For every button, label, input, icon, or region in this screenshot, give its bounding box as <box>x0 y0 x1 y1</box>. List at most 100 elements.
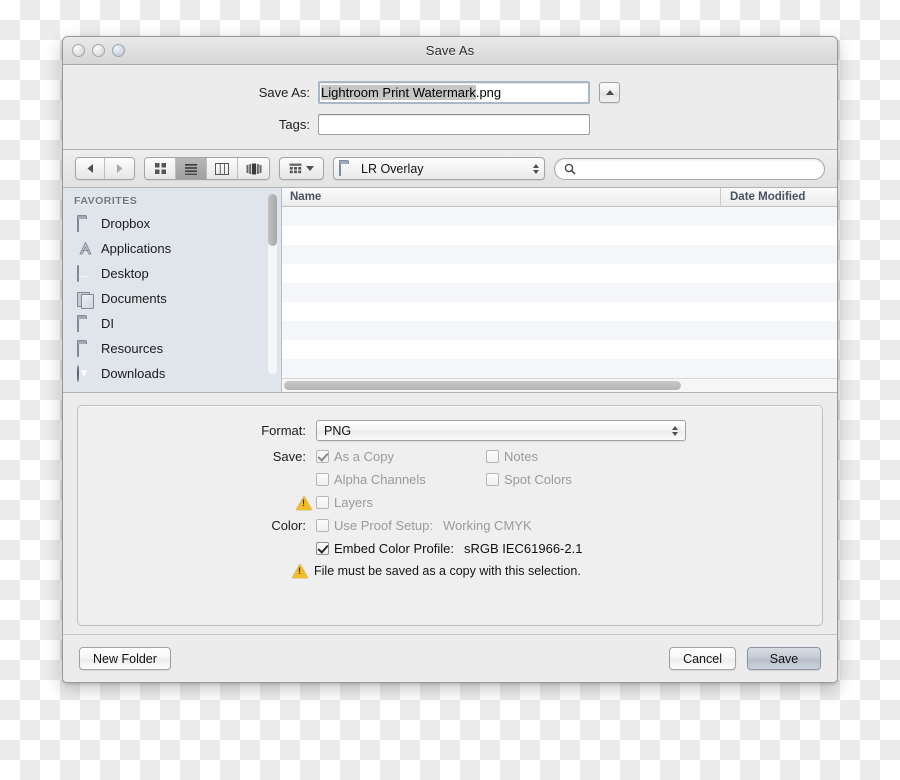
checkbox-layers[interactable]: Layers <box>316 495 373 510</box>
coverflow-icon <box>246 163 261 174</box>
warning-triangle-icon <box>296 495 312 510</box>
forward-button[interactable] <box>105 158 134 179</box>
search-icon <box>564 163 576 175</box>
icon-view-button[interactable] <box>145 158 176 179</box>
desktop-icon <box>77 265 94 282</box>
checkbox-label: Alpha Channels <box>334 472 426 487</box>
folder-icon <box>77 340 94 357</box>
path-popup-button[interactable]: LR Overlay <box>333 157 545 180</box>
column-header-date-modified[interactable]: Date Modified <box>721 188 837 206</box>
sidebar-item-label: Resources <box>101 341 164 356</box>
documents-icon <box>77 291 94 309</box>
browser-toolbar: LR Overlay <box>63 150 837 188</box>
checkbox-icon <box>486 450 499 463</box>
save-as-row: Save As: Lightroom Print Watermark .png <box>63 81 837 104</box>
sidebar-item-applications[interactable]: Applications <box>63 236 281 261</box>
sidebar-item-resources[interactable]: Resources <box>63 336 281 361</box>
filename-selected-text: Lightroom Print Watermark <box>321 85 476 100</box>
sidebar-scrollbar[interactable] <box>268 194 277 374</box>
file-list-horizontal-scrollbar[interactable] <box>282 378 837 392</box>
format-row: Format: PNG <box>78 420 822 441</box>
sidebar-item-label: Desktop <box>101 266 149 281</box>
checkbox-label: Use Proof Setup: <box>334 518 433 533</box>
export-options-area: Format: PNG Save: As a Copy Notes Alpha … <box>63 393 837 634</box>
back-button[interactable] <box>76 158 105 179</box>
checkbox-label: Embed Color Profile: <box>334 541 454 556</box>
export-options-panel: Format: PNG Save: As a Copy Notes Alpha … <box>77 405 823 626</box>
sidebar-scrollbar-thumb[interactable] <box>268 194 277 246</box>
sidebar-item-di[interactable]: DI <box>63 311 281 336</box>
save-options-row-1: Save: As a Copy Notes <box>78 449 822 464</box>
save-as-dialog: Save As Save As: Lightroom Print Waterma… <box>62 36 838 683</box>
table-row <box>282 226 837 245</box>
column-view-button[interactable] <box>207 158 238 179</box>
new-folder-button[interactable]: New Folder <box>79 647 171 670</box>
checkbox-use-proof-setup[interactable]: Use Proof Setup: Working CMYK <box>316 518 532 533</box>
chevron-right-icon <box>117 164 123 173</box>
sidebar-item-label: Downloads <box>101 366 166 381</box>
triangle-up-icon <box>605 90 614 95</box>
table-row <box>282 245 837 264</box>
table-row <box>282 264 837 283</box>
checkbox-notes[interactable]: Notes <box>486 449 538 464</box>
chevron-updown-icon <box>533 163 539 174</box>
coverflow-view-button[interactable] <box>238 158 269 179</box>
folder-icon <box>77 315 94 332</box>
window-title: Save As <box>425 43 475 58</box>
applications-icon <box>77 241 94 256</box>
search-input[interactable] <box>554 157 825 180</box>
sidebar: FAVORITES Dropbox Applications Desktop <box>63 188 282 392</box>
table-row <box>282 321 837 340</box>
filename-input[interactable]: Lightroom Print Watermark .png <box>318 81 590 104</box>
file-list: Name Date Modified <box>282 188 837 392</box>
sidebar-item-desktop[interactable]: Desktop <box>63 261 281 286</box>
tags-row: Tags: <box>63 114 837 135</box>
table-row <box>282 340 837 359</box>
chevron-updown-icon <box>672 425 678 436</box>
warning-message: File must be saved as a copy with this s… <box>314 564 581 578</box>
dialog-button-bar: New Folder Cancel Save <box>63 634 837 682</box>
path-popup-label: LR Overlay <box>361 161 424 176</box>
column-header-name[interactable]: Name <box>282 188 721 206</box>
checkbox-icon <box>316 450 329 463</box>
save-button[interactable]: Save <box>747 647 821 670</box>
columns-icon <box>215 162 229 175</box>
file-browser: FAVORITES Dropbox Applications Desktop <box>63 188 837 393</box>
save-options-row-3: Layers <box>78 495 822 510</box>
format-label: Format: <box>261 423 306 438</box>
save-label: Save: <box>272 449 306 464</box>
chevron-down-icon <box>306 166 314 171</box>
save-as-label: Save As: <box>258 85 310 100</box>
sidebar-item-downloads[interactable]: Downloads <box>63 361 281 386</box>
checkbox-label: Spot Colors <box>504 472 572 487</box>
title-bar: Save As <box>63 37 837 65</box>
view-mode-buttons <box>144 157 270 180</box>
sidebar-item-label: Documents <box>101 291 167 306</box>
list-icon <box>185 163 197 175</box>
warning-message-row: File must be saved as a copy with this s… <box>78 564 822 578</box>
checkbox-alpha-channels[interactable]: Alpha Channels <box>316 472 486 487</box>
format-value: PNG <box>324 423 352 438</box>
horizontal-scrollbar-thumb[interactable] <box>284 381 681 390</box>
tags-input[interactable] <box>318 114 590 135</box>
checkbox-icon <box>316 519 329 532</box>
checkbox-spot-colors[interactable]: Spot Colors <box>486 472 572 487</box>
checkbox-as-a-copy[interactable]: As a Copy <box>316 449 486 464</box>
sidebar-item-documents[interactable]: Documents <box>63 286 281 311</box>
sidebar-item-dropbox[interactable]: Dropbox <box>63 211 281 236</box>
expand-browser-button[interactable] <box>599 82 620 103</box>
table-row <box>282 302 837 321</box>
filename-extension-text: .png <box>475 85 502 100</box>
cancel-button[interactable]: Cancel <box>669 647 736 670</box>
tags-label: Tags: <box>278 117 310 132</box>
chevron-left-icon <box>87 164 93 173</box>
checkbox-icon <box>316 496 329 509</box>
arrange-menu-button[interactable] <box>279 157 324 180</box>
sidebar-item-label: Applications <box>101 241 172 256</box>
sidebar-item-label: Dropbox <box>101 216 151 231</box>
file-list-rows[interactable] <box>282 207 837 378</box>
format-select[interactable]: PNG <box>316 420 686 441</box>
list-view-button[interactable] <box>176 158 207 179</box>
checkbox-embed-color-profile[interactable]: Embed Color Profile: sRGB IEC61966-2.1 <box>316 541 582 556</box>
action-grid-icon <box>289 163 302 173</box>
